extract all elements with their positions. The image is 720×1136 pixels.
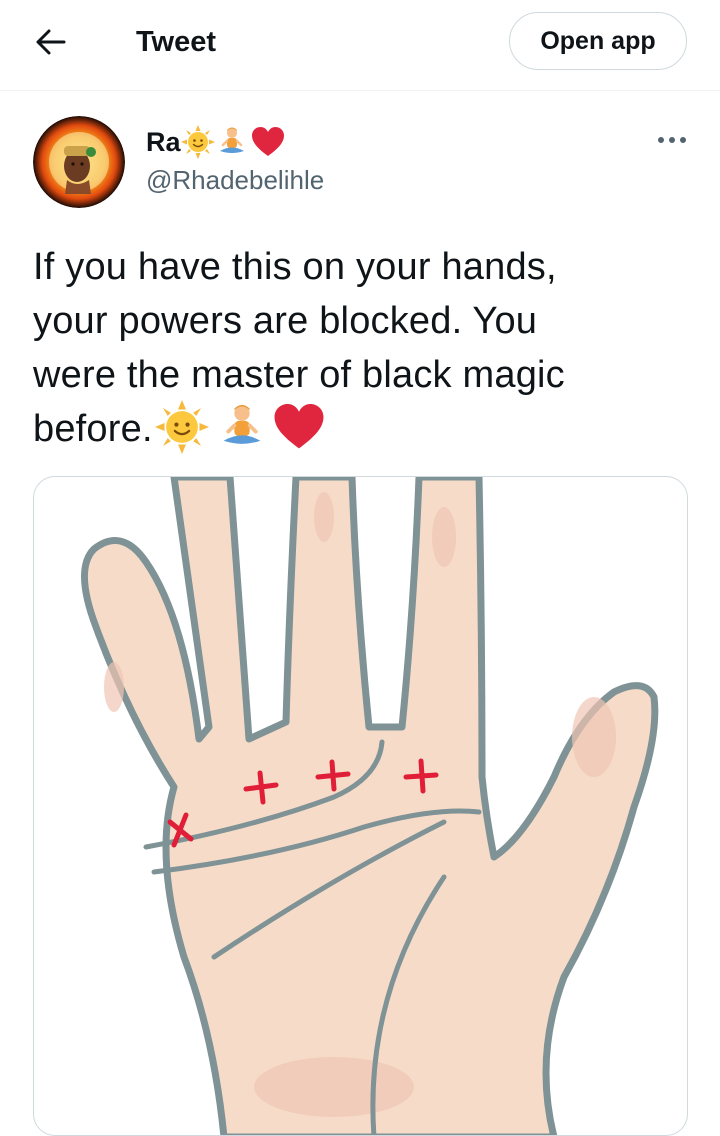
tweet-text: If you have this on your hands, your pow… bbox=[33, 240, 693, 456]
page-title: Tweet bbox=[136, 26, 217, 58]
tweet-text-line-last: before. bbox=[33, 399, 693, 456]
avatar-image bbox=[33, 116, 125, 208]
avatar[interactable] bbox=[33, 116, 125, 208]
tweet-media-image[interactable] bbox=[33, 476, 688, 1136]
tweet-text-line: were the master of black magic bbox=[33, 354, 565, 396]
person-in-lotus-position-icon bbox=[223, 404, 261, 444]
more-options-button[interactable] bbox=[652, 125, 692, 155]
author-name-row[interactable]: Ra bbox=[146, 122, 285, 162]
open-app-button[interactable]: Open app bbox=[509, 12, 687, 70]
more-options-icon bbox=[658, 137, 686, 143]
arrow-left-icon bbox=[36, 29, 66, 55]
sun-with-face-icon bbox=[180, 125, 215, 159]
back-button[interactable] bbox=[28, 22, 74, 62]
red-heart-icon bbox=[251, 127, 284, 156]
author-handle[interactable]: @Rhadebelihle bbox=[146, 163, 324, 197]
tweet-text-line: If you have this on your hands, bbox=[33, 246, 557, 288]
author-name: Ra bbox=[146, 127, 181, 157]
top-navigation-bar: Tweet Open app bbox=[0, 0, 720, 91]
red-heart-icon bbox=[274, 404, 324, 449]
palm-illustration bbox=[81, 477, 659, 1135]
tweet-text-last-words: before. bbox=[33, 408, 153, 450]
tweet-text-line: your powers are blocked. You bbox=[33, 300, 538, 342]
sun-with-face-icon bbox=[154, 399, 209, 454]
person-in-lotus-position-icon bbox=[219, 127, 244, 153]
